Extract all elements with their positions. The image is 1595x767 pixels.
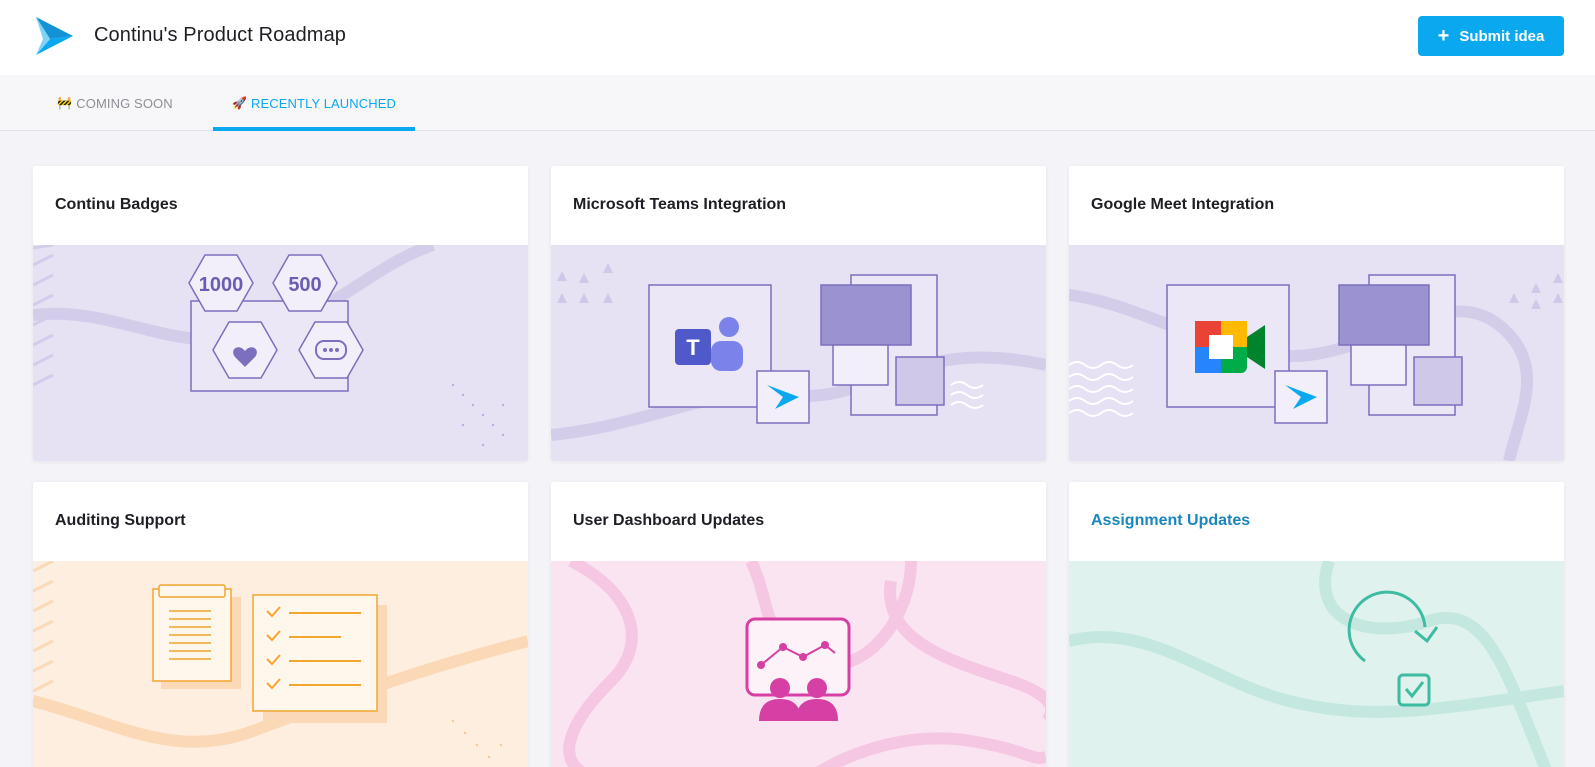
roadmap-card-continu-badges[interactable]: Continu Badges 1000 500 <box>33 166 528 461</box>
svg-text:T: T <box>686 335 700 360</box>
rocket-icon: 🚀 <box>231 96 248 110</box>
roadmap-card-google-meet-integration[interactable]: Google Meet Integration <box>1069 166 1564 461</box>
card-title: Continu Badges <box>55 196 178 213</box>
construction-icon: 🚧 <box>57 96 73 110</box>
google-meet-integration-illustration <box>1069 245 1564 461</box>
tab-coming-soon[interactable]: 🚧 COMING SOON <box>40 75 190 131</box>
page-title: Continu's Product Roadmap <box>94 24 347 46</box>
card-title: Assignment Updates <box>1091 512 1251 529</box>
dashboard-illustration <box>551 561 1046 767</box>
badges-illustration: 1000 500 <box>33 245 528 461</box>
submit-idea-label: Submit idea <box>1459 27 1545 45</box>
header: Continu's Product Roadmap + Submit idea <box>0 0 1595 75</box>
roadmap-card-user-dashboard-updates[interactable]: User Dashboard Updates <box>551 482 1046 767</box>
auditing-illustration <box>33 561 528 767</box>
card-title: Microsoft Teams Integration <box>573 196 787 213</box>
assignment-illustration <box>1069 561 1564 767</box>
plus-icon: + <box>1437 25 1450 47</box>
card-title: Google Meet Integration <box>1091 196 1275 213</box>
roadmap-card-teams-integration[interactable]: Microsoft Teams Integration T <box>551 166 1046 461</box>
tab-label: COMING SOON <box>76 95 173 111</box>
teams-integration-illustration: T <box>551 245 1046 461</box>
roadmap-card-assignment-updates[interactable]: Assignment Updates <box>1069 482 1564 767</box>
tab-recently-launched[interactable]: 🚀 RECENTLY LAUNCHED <box>213 75 415 131</box>
submit-idea-button[interactable]: + Submit idea <box>1418 16 1564 56</box>
card-title: Auditing Support <box>55 512 186 529</box>
badge-500-label: 500 <box>288 274 321 296</box>
tab-label: RECENTLY LAUNCHED <box>251 95 397 111</box>
roadmap-card-auditing-support[interactable]: Auditing Support <box>33 482 528 767</box>
continu-logo-icon[interactable] <box>33 15 75 57</box>
card-title: User Dashboard Updates <box>573 512 765 529</box>
badge-1000-label: 1000 <box>199 274 244 296</box>
roadmap-tabs: 🚧 COMING SOON 🚀 RECENTLY LAUNCHED <box>0 75 1595 131</box>
